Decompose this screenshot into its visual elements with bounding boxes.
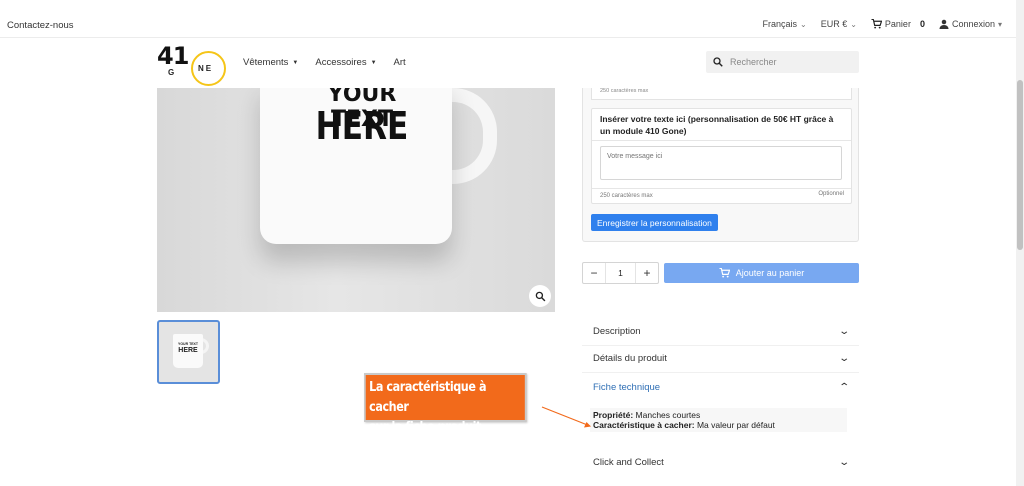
accordion-description[interactable]: Description ⌄ bbox=[582, 318, 859, 346]
accordion-product-details[interactable]: Détails du produit ⌄ bbox=[582, 345, 859, 373]
top-bar: Contactez-nous Français ⌄ EUR € ⌄ Panier 0… bbox=[0, 0, 1016, 38]
annotation-line2: sur la fiche produit bbox=[369, 420, 481, 435]
quantity-input[interactable]: 1 bbox=[605, 263, 636, 283]
spec-row: Caractéristique à cacher: Ma valeur par … bbox=[593, 420, 844, 430]
currency-selector[interactable]: EUR € ⌄ bbox=[821, 19, 857, 29]
caret-down-icon: ▼ bbox=[370, 59, 377, 66]
chevron-down-icon: ⌄ bbox=[837, 353, 850, 364]
accordion-label: Détails du produit bbox=[593, 353, 667, 364]
logo-g: G bbox=[168, 68, 175, 77]
language-label: Français bbox=[762, 19, 797, 29]
accordion-click-and-collect[interactable]: Click and Collect ⌄ bbox=[582, 448, 859, 476]
cart-label: Panier bbox=[884, 19, 911, 29]
custom-field-label: Insérer votre texte ici (personnalisatio… bbox=[600, 114, 834, 136]
custom-message-input[interactable] bbox=[600, 146, 842, 180]
add-to-cart-button[interactable]: Ajouter au panier bbox=[664, 263, 859, 283]
login-link[interactable]: Connexion ▾ bbox=[939, 19, 1002, 29]
char-limit: 250 caractères max bbox=[600, 193, 653, 199]
main-nav: Vêtements ▼ Accessoires ▼ Art bbox=[243, 57, 406, 68]
accordion-label: Click and Collect bbox=[593, 456, 664, 468]
site-logo[interactable]: 41 G NE bbox=[157, 42, 229, 88]
accordion-label: Fiche technique bbox=[593, 381, 661, 393]
mug-text-line2: HERE bbox=[315, 104, 409, 148]
nav-item-art[interactable]: Art bbox=[394, 57, 406, 68]
custom-text-field: Insérer votre texte ici (personnalisatio… bbox=[591, 108, 852, 204]
login-label: Connexion bbox=[951, 19, 995, 29]
technical-specs: Propriété: Manches courtes Caractéristiq… bbox=[590, 408, 847, 432]
logo-number: 41 bbox=[157, 42, 189, 70]
annotation-callout: La caractéristique à cacher sur la fiche… bbox=[364, 373, 527, 435]
nav-item-vetements[interactable]: Vêtements ▼ bbox=[243, 57, 298, 68]
scrollbar-thumb[interactable] bbox=[1017, 80, 1023, 250]
chevron-down-icon: ⌄ bbox=[837, 326, 850, 337]
nav-item-accessoires[interactable]: Accessoires ▼ bbox=[315, 57, 376, 68]
thumbnail-text-line1: YOUR TEXT bbox=[177, 342, 199, 346]
chevron-down-icon: ⌄ bbox=[850, 19, 857, 29]
spec-value: Ma valeur par défaut bbox=[696, 420, 775, 430]
accordion-technical-sheet[interactable]: Fiche technique ⌃ bbox=[582, 373, 859, 401]
caret-down-icon: ▾ bbox=[997, 19, 1002, 29]
quantity-decrease-button[interactable]: − bbox=[583, 266, 605, 280]
product-main-image[interactable]: YOUR TEXT HERE bbox=[157, 88, 555, 312]
chevron-up-icon: ⌃ bbox=[837, 381, 850, 393]
logo-ne: NE bbox=[198, 64, 214, 73]
spec-value: Manches courtes bbox=[635, 410, 701, 420]
cart-icon bbox=[719, 268, 730, 278]
divider bbox=[592, 140, 851, 141]
accordion-label: Description bbox=[593, 326, 641, 337]
previous-custom-field: 250 caractères max bbox=[591, 88, 852, 100]
thumbnail-mug: YOUR TEXT HERE bbox=[173, 334, 203, 368]
annotation-arrow-icon bbox=[541, 406, 591, 428]
nav-item-label: Art bbox=[393, 57, 406, 68]
search-bar[interactable]: Rechercher bbox=[706, 51, 859, 73]
add-to-cart-label: Ajouter au panier bbox=[735, 268, 805, 278]
cart-icon bbox=[871, 19, 882, 29]
user-icon bbox=[939, 19, 949, 29]
chevron-down-icon: ⌄ bbox=[837, 456, 850, 468]
spec-label: Caractéristique à cacher: bbox=[593, 420, 695, 430]
page-scrollbar[interactable] bbox=[1016, 0, 1024, 486]
zoom-button[interactable] bbox=[529, 285, 551, 307]
cart-link[interactable]: Panier 0 bbox=[871, 19, 925, 29]
customization-panel: 250 caractères max Insérer votre texte i… bbox=[582, 88, 859, 242]
optional-label: Optionnel bbox=[818, 191, 844, 197]
language-selector[interactable]: Français ⌄ bbox=[762, 19, 806, 29]
nav-item-label: Vêtements bbox=[243, 57, 289, 68]
annotation-line1: La caractéristique à cacher bbox=[369, 380, 487, 415]
nav-item-label: Accessoires bbox=[315, 57, 367, 68]
site-header: 41 G NE Vêtements ▼ Accessoires ▼ Art Rech… bbox=[0, 38, 1016, 88]
search-input[interactable]: Rechercher bbox=[730, 57, 777, 67]
currency-label: EUR € bbox=[820, 19, 848, 29]
product-thumbnail[interactable]: YOUR TEXT HERE bbox=[157, 320, 220, 384]
chevron-down-icon: ⌄ bbox=[800, 19, 807, 29]
save-customization-button[interactable]: Enregistrer la personnalisation bbox=[591, 214, 718, 231]
char-counter: 250 caractères max bbox=[600, 88, 649, 94]
quantity-increase-button[interactable]: + bbox=[636, 266, 658, 280]
contact-link[interactable]: Contactez-nous bbox=[7, 20, 74, 31]
caret-down-icon: ▼ bbox=[292, 59, 299, 66]
cart-count: 0 bbox=[919, 19, 925, 29]
quantity-stepper: − 1 + bbox=[582, 262, 659, 284]
divider bbox=[592, 188, 851, 189]
spec-row: Propriété: Manches courtes bbox=[593, 410, 844, 420]
top-bar-right: Français ⌄ EUR € ⌄ Panier 0 Connexion ▾ bbox=[762, 19, 1002, 29]
zoom-icon bbox=[535, 291, 545, 301]
search-icon[interactable] bbox=[713, 57, 723, 67]
thumbnail-text-line2: HERE bbox=[178, 347, 198, 354]
